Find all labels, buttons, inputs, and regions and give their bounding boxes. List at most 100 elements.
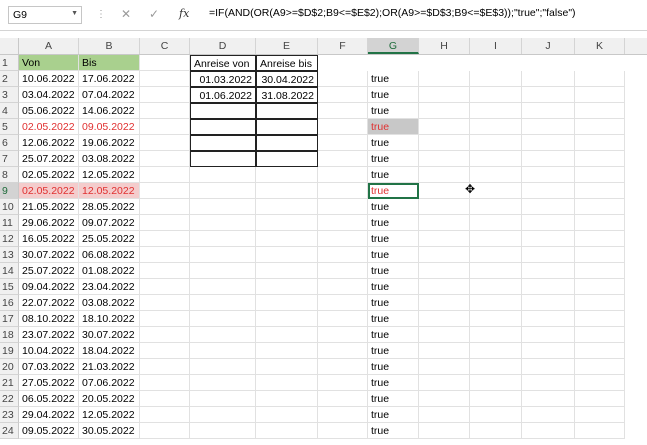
empty-cell[interactable] <box>140 87 190 103</box>
empty-cell[interactable] <box>522 247 575 263</box>
cell-result[interactable]: true <box>368 231 419 247</box>
cell-bis[interactable]: 18.04.2022 <box>79 343 140 359</box>
empty-cell[interactable] <box>575 423 625 439</box>
cell-bis[interactable]: 07.04.2022 <box>79 87 140 103</box>
empty-cell[interactable] <box>318 135 368 151</box>
cell-result[interactable]: true <box>368 343 419 359</box>
empty-cell[interactable] <box>190 119 256 135</box>
empty-cell[interactable] <box>256 199 318 215</box>
cell-result[interactable]: true <box>368 199 419 215</box>
header-cell-von[interactable]: Von <box>19 55 79 71</box>
empty-cell[interactable] <box>190 231 256 247</box>
empty-cell[interactable] <box>470 407 522 423</box>
empty-cell[interactable] <box>318 183 368 199</box>
empty-cell[interactable] <box>256 279 318 295</box>
row-header[interactable]: 8 <box>0 167 19 183</box>
cell-von[interactable]: 30.07.2022 <box>19 247 79 263</box>
empty-cell[interactable] <box>470 151 522 167</box>
row-header[interactable]: 7 <box>0 151 19 167</box>
empty-cell[interactable] <box>140 343 190 359</box>
empty-cell[interactable] <box>140 103 190 119</box>
column-header-g[interactable]: G <box>368 38 419 54</box>
row-header[interactable]: 10 <box>0 199 19 215</box>
empty-cell[interactable] <box>140 391 190 407</box>
column-header-d[interactable]: D <box>190 38 256 54</box>
empty-cell[interactable] <box>470 87 522 103</box>
header-cell-bis[interactable]: Bis <box>79 55 140 71</box>
empty-cell[interactable] <box>256 103 318 119</box>
empty-cell[interactable] <box>470 327 522 343</box>
column-header-a[interactable]: A <box>19 38 79 54</box>
empty-cell[interactable] <box>470 183 522 199</box>
empty-cell[interactable] <box>140 215 190 231</box>
empty-cell[interactable] <box>256 247 318 263</box>
cell-result[interactable]: true <box>368 135 419 151</box>
chevron-down-icon[interactable]: ▼ <box>71 10 78 17</box>
cell-bis[interactable]: 12.05.2022 <box>79 183 140 199</box>
cell-result[interactable]: true <box>368 423 419 439</box>
cell-bis[interactable]: 09.07.2022 <box>79 215 140 231</box>
empty-cell[interactable] <box>470 71 522 87</box>
cell-bis[interactable]: 09.05.2022 <box>79 119 140 135</box>
cell-von[interactable]: 12.06.2022 <box>19 135 79 151</box>
empty-cell[interactable] <box>318 423 368 439</box>
cell-bis[interactable]: 12.05.2022 <box>79 407 140 423</box>
cell-bis[interactable]: 03.08.2022 <box>79 295 140 311</box>
cell-bis[interactable]: 23.04.2022 <box>79 279 140 295</box>
empty-cell[interactable] <box>522 103 575 119</box>
row-header[interactable]: 19 <box>0 343 19 359</box>
empty-cell[interactable] <box>575 343 625 359</box>
empty-cell[interactable] <box>190 391 256 407</box>
empty-cell[interactable] <box>318 167 368 183</box>
empty-cell[interactable] <box>318 231 368 247</box>
cell-von[interactable]: 08.10.2022 <box>19 311 79 327</box>
header-cell-anreise-bis[interactable]: Anreise bis <box>256 55 318 71</box>
empty-cell[interactable] <box>256 119 318 135</box>
empty-cell[interactable] <box>522 215 575 231</box>
row-header[interactable]: 20 <box>0 359 19 375</box>
row-header[interactable]: 2 <box>0 71 19 87</box>
empty-cell[interactable] <box>419 423 470 439</box>
empty-cell[interactable] <box>470 263 522 279</box>
row-header[interactable]: 21 <box>0 375 19 391</box>
empty-cell[interactable] <box>190 311 256 327</box>
cell-von[interactable]: 02.05.2022 <box>19 119 79 135</box>
empty-cell[interactable] <box>256 263 318 279</box>
cell-von[interactable]: 07.03.2022 <box>19 359 79 375</box>
empty-cell[interactable] <box>575 135 625 151</box>
empty-cell[interactable] <box>419 215 470 231</box>
empty-cell[interactable] <box>318 327 368 343</box>
empty-cell[interactable] <box>522 311 575 327</box>
empty-cell[interactable] <box>419 343 470 359</box>
empty-cell[interactable] <box>256 135 318 151</box>
cell-von[interactable]: 09.05.2022 <box>19 423 79 439</box>
row-header[interactable]: 18 <box>0 327 19 343</box>
empty-cell[interactable] <box>575 215 625 231</box>
empty-cell[interactable] <box>419 375 470 391</box>
empty-cell[interactable] <box>190 295 256 311</box>
empty-cell[interactable] <box>140 55 190 71</box>
empty-cell[interactable] <box>522 423 575 439</box>
row-header[interactable]: 16 <box>0 295 19 311</box>
empty-cell[interactable] <box>470 199 522 215</box>
empty-cell[interactable] <box>575 327 625 343</box>
column-header-i[interactable]: I <box>470 38 522 54</box>
cell-von[interactable]: 09.04.2022 <box>19 279 79 295</box>
empty-cell[interactable] <box>140 167 190 183</box>
empty-cell[interactable] <box>190 135 256 151</box>
cell-von[interactable]: 05.06.2022 <box>19 103 79 119</box>
empty-cell[interactable] <box>575 119 625 135</box>
row-header[interactable]: 5 <box>0 119 19 135</box>
empty-cell[interactable] <box>256 407 318 423</box>
cell-bis[interactable]: 12.05.2022 <box>79 167 140 183</box>
cell-von[interactable]: 16.05.2022 <box>19 231 79 247</box>
empty-cell[interactable] <box>190 359 256 375</box>
empty-cell[interactable] <box>522 183 575 199</box>
insert-function-icon[interactable]: fx <box>179 7 189 20</box>
empty-cell[interactable] <box>419 183 470 199</box>
empty-cell[interactable] <box>419 151 470 167</box>
empty-cell[interactable] <box>470 343 522 359</box>
empty-cell[interactable] <box>140 71 190 87</box>
cell-result[interactable]: true <box>368 87 419 103</box>
empty-cell[interactable] <box>522 343 575 359</box>
